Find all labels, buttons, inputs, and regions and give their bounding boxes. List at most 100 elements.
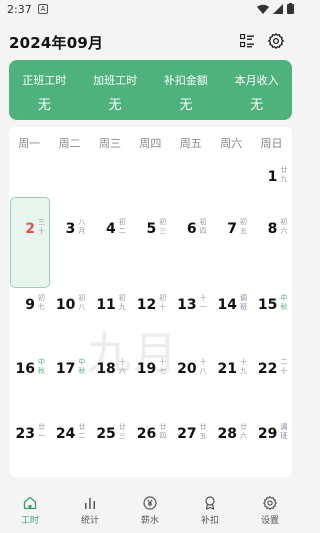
calendar-day[interactable]: 8 初六: [251, 209, 291, 249]
summary-label: 加班工时: [93, 74, 138, 87]
weekday-label: 周一: [18, 137, 41, 150]
calendar-day[interactable]: 4 初二: [90, 209, 130, 249]
lunar-date: 三十: [38, 218, 45, 235]
status-bar: 2:37 A: [0, 0, 300, 20]
tab-label: 统计: [80, 516, 99, 526]
summary-value: 无: [108, 98, 122, 113]
gear-icon: [268, 33, 284, 49]
lunar-date: 廿六: [240, 423, 247, 440]
calendar-day[interactable]: 24 廿二: [49, 414, 89, 454]
calendar-day[interactable]: 21 十九: [211, 349, 251, 389]
lunar-date: 中秋: [38, 358, 45, 375]
calendar-day[interactable]: 13 十一: [171, 285, 211, 325]
calendar-day[interactable]: 17 中秋: [49, 349, 89, 389]
summary-value: 无: [179, 98, 193, 113]
calendar-day[interactable]: 5 初三: [130, 209, 170, 249]
monthly-summary-card: 正班工时 无 加班工时 无 补扣金额 无 本月收入 无: [9, 60, 292, 120]
day-number: 24: [55, 426, 76, 442]
summary-regular-hours: 正班工时 无: [9, 60, 80, 120]
calendar-day[interactable]: 27 廿五: [171, 414, 211, 454]
settings-button[interactable]: [266, 31, 286, 51]
status-time: 2:37: [7, 3, 32, 16]
header: 2024年09月: [0, 26, 300, 58]
calendar-day[interactable]: 19 十七: [130, 349, 170, 389]
calendar-day[interactable]: 28 廿六: [211, 414, 251, 454]
weekday-label: 周日: [260, 137, 283, 150]
tab-label: 补扣: [200, 516, 219, 526]
day-number: 22: [257, 361, 278, 377]
list-view-button[interactable]: [237, 31, 257, 51]
calendar-day[interactable]: 2 三十: [9, 209, 49, 249]
lunar-date: 初七: [38, 294, 45, 311]
calendar-day[interactable]: 25 廿三: [90, 414, 130, 454]
calendar-day[interactable]: 23 廿一: [9, 414, 49, 454]
calendar-day[interactable]: 16 中秋: [9, 349, 49, 389]
gear-icon: [263, 496, 277, 510]
day-number: 10: [55, 297, 76, 313]
tab-salary[interactable]: 薪水: [120, 485, 180, 533]
tab-settings[interactable]: 设置: [240, 485, 300, 533]
calendar-day[interactable]: 6 初四: [171, 209, 211, 249]
calendar-day[interactable]: 11 初九: [90, 285, 130, 325]
day-number: 5: [146, 221, 157, 237]
tab-statistics[interactable]: 统计: [60, 485, 120, 533]
calendar-day[interactable]: 12 初十: [130, 285, 170, 325]
day-number: 8: [267, 221, 278, 237]
lunar-date: 初九: [118, 294, 126, 311]
day-number: 13: [177, 297, 197, 313]
summary-label: 本月收入: [234, 74, 279, 87]
tab-label: 薪水: [140, 516, 159, 526]
day-number: 2: [25, 221, 35, 237]
calendar-day[interactable]: 26 廿四: [130, 414, 170, 454]
calendar-day[interactable]: 10 初八: [49, 285, 89, 325]
calendar-day[interactable]: 15 中秋: [251, 285, 291, 325]
day-number: 6: [186, 221, 197, 237]
lunar-date: 初三: [159, 218, 167, 235]
lunar-date: 中秋: [78, 358, 86, 375]
lunar-date: 十一: [199, 294, 207, 311]
weekday-label: 周六: [220, 137, 243, 150]
calendar-day[interactable]: 29 调班: [251, 414, 291, 454]
lunar-date: 八月: [78, 218, 86, 235]
weekday-label: 周三: [98, 137, 121, 150]
day-number: 7: [227, 221, 237, 237]
day-number: 4: [106, 221, 116, 237]
signal-icon: [273, 3, 283, 14]
day-number: 18: [96, 361, 116, 377]
lunar-date: 调班: [240, 294, 247, 311]
calendar-day[interactable]: 22 二十: [251, 349, 291, 389]
list-view-icon: [240, 34, 254, 48]
calendar-day[interactable]: 20 十八: [171, 349, 211, 389]
calendar-day[interactable]: 14 调班: [211, 285, 251, 325]
tab-work-hours[interactable]: 工时: [0, 485, 60, 533]
lunar-date: 调班: [280, 423, 288, 440]
lunar-date: 初八: [78, 294, 86, 311]
day-number: 11: [96, 297, 116, 313]
day-number: 25: [96, 426, 116, 442]
calendar-day[interactable]: 18 十六: [90, 349, 130, 389]
lunar-date: 初十: [159, 294, 167, 311]
summary-monthly-income: 本月收入 无: [221, 60, 292, 120]
calendar-day[interactable]: 3 八月: [49, 209, 89, 249]
summary-label: 正班工时: [22, 74, 67, 87]
day-number: 15: [257, 297, 278, 313]
calendar-day[interactable]: 9 初七: [9, 285, 49, 325]
summary-deductions: 补扣金额 无: [151, 60, 222, 120]
medal-icon: [205, 496, 215, 510]
month-title[interactable]: 2024年09月: [9, 32, 103, 53]
day-number: 29: [257, 426, 278, 442]
lunar-date: 二十: [280, 358, 288, 375]
lunar-date: 廿九: [280, 166, 288, 183]
summary-value: 无: [250, 98, 264, 113]
day-number: 23: [15, 426, 35, 442]
lunar-date: 十六: [118, 358, 126, 375]
day-number: 21: [217, 361, 237, 377]
calendar-day[interactable]: 1 廿九: [251, 157, 291, 197]
status-right-icons: [257, 3, 294, 14]
tab-deductions[interactable]: 补扣: [180, 485, 240, 533]
battery-icon: [287, 3, 294, 14]
lunar-date: 廿五: [199, 423, 207, 440]
calendar-day[interactable]: 7 初五: [211, 209, 251, 249]
lunar-date: 十七: [159, 358, 167, 375]
summary-label: 补扣金额: [163, 74, 208, 87]
